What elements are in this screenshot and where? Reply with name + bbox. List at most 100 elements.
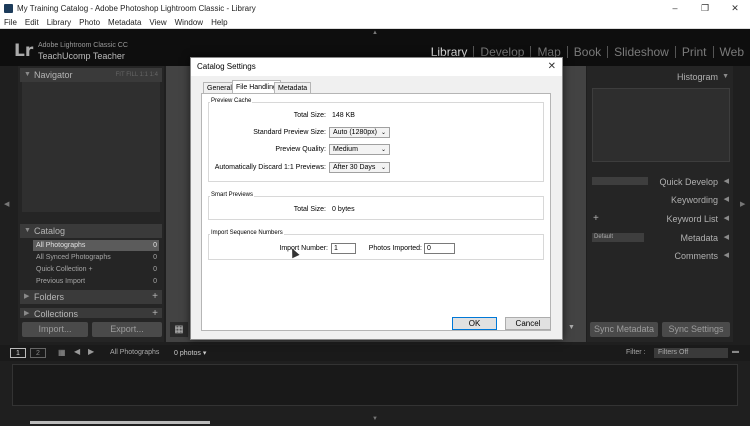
menu-photo[interactable]: Photo [79, 18, 100, 27]
left-panel-toggle-icon[interactable]: ◀ [4, 200, 9, 208]
import-number-input[interactable]: 1 [331, 243, 356, 254]
module-slideshow[interactable]: Slideshow [608, 46, 676, 58]
menu-file[interactable]: File [4, 18, 17, 27]
filmstrip-toggle-icon[interactable]: ▬ [732, 348, 739, 355]
menu-metadata[interactable]: Metadata [108, 18, 141, 27]
preview-quality-label: Preview Quality: [275, 146, 326, 153]
keyword-list-header[interactable]: + Keyword List ◀ [590, 212, 732, 226]
filmstrip-scrollbar[interactable] [30, 421, 210, 424]
catalog-item-previous-import[interactable]: Previous Import 0 [33, 276, 159, 287]
menu-bar: File Edit Library Photo Metadata View Wi… [0, 16, 750, 29]
collections-header[interactable]: ▶ Collections + [20, 308, 162, 318]
discard-previews-select[interactable]: After 30 Days ⌄ [329, 162, 390, 173]
secondary-window-button[interactable]: 2 [30, 348, 46, 358]
add-folder-plus-icon[interactable]: + [152, 290, 158, 304]
total-size-value: 148 KB [332, 112, 355, 119]
sync-settings-button[interactable]: Sync Settings [662, 322, 730, 337]
standard-preview-size-select[interactable]: Auto (1280px) ⌄ [329, 127, 390, 138]
expand-triangle-icon: ◀ [723, 234, 729, 241]
module-web[interactable]: Web [714, 46, 750, 58]
expand-triangle-icon: ◀ [723, 178, 729, 185]
histogram-graph [592, 88, 730, 162]
filmstrip-source[interactable]: All Photographs [110, 349, 159, 356]
lr-logo: Lr [14, 41, 34, 61]
collapse-triangle-icon: ▼ [24, 227, 31, 234]
histogram-header[interactable]: Histogram ▼ [590, 70, 732, 84]
smart-total-size-value: 0 bytes [332, 206, 355, 213]
import-sequence-legend: Import Sequence Numbers [210, 230, 284, 236]
sync-metadata-button[interactable]: Sync Metadata [590, 322, 658, 337]
filter-label: Filter : [626, 349, 646, 356]
window-title: My Training Catalog - Adobe Photoshop Li… [17, 3, 256, 13]
chevron-down-icon: ⌄ [380, 130, 386, 136]
dialog-title: Catalog Settings [191, 58, 562, 76]
expand-triangle-icon: ◀ [723, 215, 729, 222]
window-title-bar: My Training Catalog - Adobe Photoshop Li… [0, 0, 750, 16]
smart-previews-legend: Smart Previews [210, 192, 255, 198]
expand-triangle-icon: ◀ [723, 252, 729, 259]
expand-triangle-icon: ◀ [723, 196, 729, 203]
ok-button[interactable]: OK [452, 317, 497, 330]
add-keyword-plus-icon[interactable]: + [593, 212, 599, 226]
catalog-settings-dialog: Catalog Settings ✕ General File Handling… [190, 57, 563, 340]
close-window-button[interactable]: ✕ [720, 0, 750, 16]
lightroom-app-icon [4, 3, 13, 13]
owner-name: TeachUcomp Teacher [38, 51, 125, 61]
comments-header[interactable]: Comments ◀ [590, 249, 732, 263]
export-button[interactable]: Export... [92, 322, 162, 337]
filter-select[interactable]: Filters Off [654, 348, 728, 358]
photo-count[interactable]: 0 photos ▾ [174, 349, 206, 357]
preview-quality-select[interactable]: Medium ⌄ [329, 144, 390, 155]
add-collection-plus-icon[interactable]: + [152, 308, 158, 318]
expand-triangle-icon: ▶ [24, 293, 30, 300]
metadata-header[interactable]: Metadata ◀ [590, 231, 732, 245]
navigator-zoom-options[interactable]: FIT FILL 1:1 1:4 [116, 68, 158, 82]
grid-icon[interactable]: ▦ [58, 348, 66, 357]
menu-view[interactable]: View [149, 18, 166, 27]
maximize-button[interactable]: ❐ [690, 0, 720, 16]
collapse-triangle-icon: ▼ [722, 73, 729, 80]
navigator-preview [22, 82, 160, 212]
smart-total-size-label: Total Size: [293, 206, 326, 213]
back-arrow-icon[interactable]: ◀ [74, 347, 80, 356]
chevron-down-icon: ▾ [202, 350, 207, 357]
menu-help[interactable]: Help [211, 18, 227, 27]
catalog-item-synced[interactable]: All Synced Photographs 0 [33, 252, 159, 263]
primary-window-button[interactable]: 1 [10, 348, 26, 358]
catalog-item-quick-collection[interactable]: Quick Collection + 0 [33, 264, 159, 275]
cancel-button[interactable]: Cancel [505, 317, 551, 330]
grid-view-icon[interactable]: ▦ [170, 322, 188, 337]
photos-imported-label: Photos Imported: [368, 245, 422, 252]
right-panel-toggle-icon[interactable]: ▶ [740, 200, 745, 208]
navigator-header[interactable]: ▼ Navigator FIT FILL 1:1 1:4 [20, 68, 162, 82]
module-print[interactable]: Print [676, 46, 714, 58]
expand-triangle-icon: ▶ [24, 310, 30, 317]
menu-library[interactable]: Library [47, 18, 71, 27]
standard-preview-size-label: Standard Preview Size: [253, 129, 326, 136]
collapse-triangle-icon: ▼ [24, 71, 31, 78]
toolbar-menu-caret-icon[interactable]: ▼ [568, 324, 575, 331]
discard-previews-label: Automatically Discard 1:1 Previews: [214, 164, 326, 171]
chevron-down-icon: ⌄ [380, 165, 386, 171]
catalog-item-all-photographs[interactable]: All Photographs 0 [33, 240, 159, 251]
minimize-button[interactable]: – [660, 0, 690, 16]
catalog-header[interactable]: ▼ Catalog [20, 224, 162, 238]
forward-arrow-icon[interactable]: ▶ [88, 347, 94, 356]
menu-edit[interactable]: Edit [25, 18, 39, 27]
keywording-header[interactable]: Keywording ◀ [590, 193, 732, 207]
module-book[interactable]: Book [568, 46, 609, 58]
photos-imported-input[interactable]: 0 [424, 243, 455, 254]
tab-content: Preview Cache Total Size: 148 KB Standar… [201, 93, 551, 331]
total-size-label: Total Size: [293, 112, 326, 119]
top-panel-toggle-icon[interactable]: ▲ [372, 30, 378, 36]
bottom-panel-toggle-icon[interactable]: ▼ [372, 416, 378, 422]
product-name: Adobe Lightroom Classic CC [38, 42, 128, 49]
quick-develop-header[interactable]: Quick Develop ◀ [590, 175, 732, 189]
preview-cache-legend: Preview Cache [210, 98, 253, 104]
window-controls: – ❐ ✕ [660, 0, 750, 16]
close-icon[interactable]: ✕ [548, 58, 556, 76]
chevron-down-icon: ⌄ [380, 147, 386, 153]
folders-header[interactable]: ▶ Folders + [20, 290, 162, 304]
menu-window[interactable]: Window [175, 18, 203, 27]
import-button[interactable]: Import... [22, 322, 88, 337]
